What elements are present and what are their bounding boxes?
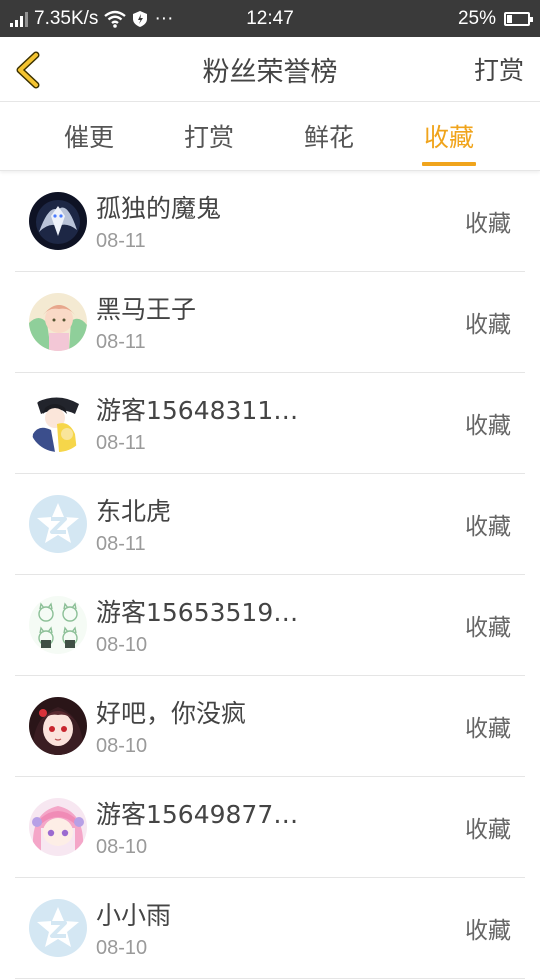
favorite-label: 收藏 bbox=[465, 615, 511, 641]
favorite-label: 收藏 bbox=[465, 413, 511, 439]
dark-dragon-avatar bbox=[29, 192, 87, 250]
anime-couple-avatar bbox=[29, 394, 87, 452]
user-name: 黑马王子 bbox=[96, 295, 197, 324]
favorite-label: 收藏 bbox=[465, 918, 511, 944]
list-item[interactable]: 游客15653519… 08-10 收藏 bbox=[15, 575, 525, 676]
user-name: 东北虎 bbox=[96, 497, 172, 526]
anime-pink-avatar bbox=[29, 293, 87, 351]
tab-favorites[interactable]: 收藏 bbox=[421, 102, 477, 170]
reward-button[interactable]: 打赏 bbox=[474, 37, 524, 101]
user-name: 好吧，你没疯 bbox=[96, 699, 247, 728]
user-name: 孤独的魔鬼 bbox=[96, 194, 222, 223]
favorite-label: 收藏 bbox=[465, 312, 511, 338]
user-name: 游客15653519… bbox=[96, 598, 299, 627]
page-title: 粉丝荣誉榜 bbox=[202, 56, 338, 88]
fan-list: 孤独的魔鬼 08-11 收藏 黑马王子 08-11 收藏 游客15648311…… bbox=[0, 171, 540, 979]
list-item[interactable]: 小小雨 08-10 收藏 bbox=[15, 878, 525, 979]
list-item[interactable]: 好吧，你没疯 08-10 收藏 bbox=[15, 676, 525, 777]
tab-reward[interactable]: 打赏 bbox=[184, 102, 234, 170]
app-header: 粉丝荣誉榜 打赏 bbox=[0, 37, 540, 102]
anime-girl-dark-avatar bbox=[29, 697, 87, 755]
list-item[interactable]: 孤独的魔鬼 08-11 收藏 bbox=[15, 171, 525, 272]
status-bar: 7.35K/s ··· 12:47 25% bbox=[0, 0, 540, 37]
battery-icon bbox=[504, 11, 533, 26]
item-date: 08-11 bbox=[96, 432, 146, 454]
item-date: 08-10 bbox=[96, 937, 148, 959]
user-name: 游客15649877… bbox=[96, 800, 299, 829]
user-name: 小小雨 bbox=[96, 901, 172, 930]
favorite-label: 收藏 bbox=[465, 211, 511, 237]
tab-flowers[interactable]: 鲜花 bbox=[304, 102, 354, 170]
anime-pink-hair-avatar bbox=[29, 798, 87, 856]
item-date: 08-11 bbox=[96, 331, 146, 353]
favorite-label: 收藏 bbox=[465, 716, 511, 742]
item-date: 08-10 bbox=[96, 735, 148, 757]
tab-urge[interactable]: 催更 bbox=[64, 102, 114, 170]
item-date: 08-11 bbox=[96, 230, 146, 252]
user-name: 游客15648311… bbox=[96, 396, 299, 425]
status-time: 12:47 bbox=[246, 7, 294, 29]
status-right: 25% bbox=[457, 0, 533, 37]
default-z-avatar bbox=[29, 899, 87, 957]
list-item[interactable]: 游客15648311… 08-11 收藏 bbox=[15, 373, 525, 474]
favorite-label: 收藏 bbox=[465, 817, 511, 843]
favorite-label: 收藏 bbox=[465, 514, 511, 540]
item-date: 08-10 bbox=[96, 836, 148, 858]
battery-percent: 25% bbox=[457, 7, 496, 29]
item-date: 08-10 bbox=[96, 634, 148, 656]
item-date: 08-11 bbox=[96, 533, 146, 555]
default-z-avatar bbox=[29, 495, 87, 553]
list-item[interactable]: 东北虎 08-11 收藏 bbox=[15, 474, 525, 575]
list-item[interactable]: 黑马王子 08-11 收藏 bbox=[15, 272, 525, 373]
list-item[interactable]: 游客15649877… 08-10 收藏 bbox=[15, 777, 525, 878]
tab-bar: 催更 打赏 鲜花 收藏 bbox=[0, 102, 540, 171]
sketch-cats-avatar bbox=[29, 596, 87, 654]
